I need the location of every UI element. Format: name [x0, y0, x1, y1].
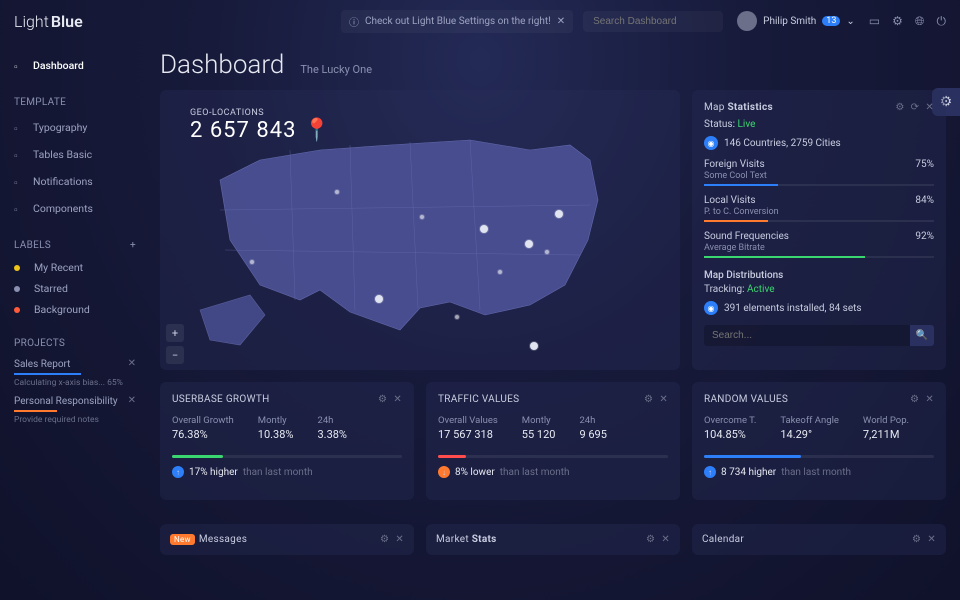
bottom-card: Calendar⚙✕	[692, 524, 946, 555]
stats-search-button[interactable]: 🔍	[910, 325, 934, 346]
stats-summary: 146 Countries, 2759 Cities	[724, 138, 841, 149]
gear-icon[interactable]: ⚙	[892, 14, 903, 29]
sidebar-item-typography[interactable]: ▫Typography	[14, 114, 136, 141]
bottom-card: Market Stats⚙✕	[426, 524, 680, 555]
stats-search-input[interactable]	[704, 325, 910, 346]
gear-icon[interactable]: ⚙	[912, 534, 921, 545]
label-background[interactable]: Background	[14, 299, 136, 320]
notif-badge: 13	[822, 16, 840, 26]
project-item[interactable]: Personal Responsibility✕Provide required…	[14, 392, 136, 429]
dist-title: Map Distributions	[704, 270, 934, 281]
info-icon: ⓘ	[349, 14, 359, 29]
refresh-icon[interactable]: ⟳	[911, 102, 920, 113]
close-icon[interactable]: ✕	[927, 534, 936, 545]
sidebar-item-notifications[interactable]: ▫Notifications	[14, 168, 136, 195]
add-label-icon[interactable]: +	[130, 240, 136, 251]
delta-icon: ↑	[704, 466, 716, 478]
elements-text: 391 elements installed, 84 sets	[724, 303, 862, 314]
banner-text: Check out Light Blue Settings on the rig…	[365, 16, 551, 27]
sidebar-item-dashboard[interactable]: ▫Dashboard	[14, 52, 136, 79]
pin-icon: 📍	[303, 118, 331, 143]
dist-value: Active	[747, 284, 775, 295]
metric-card: USERBASE GROWTH⚙✕Overall Growth76.38%Mon…	[160, 382, 414, 500]
close-icon[interactable]: ✕	[393, 394, 402, 405]
chat-icon[interactable]: ▭	[869, 14, 880, 29]
metric-card: TRAFFIC VALUES⚙✕Overall Values17 567 318…	[426, 382, 680, 500]
page-title: Dashboard	[160, 50, 284, 80]
status-value: Live	[738, 119, 756, 130]
close-icon[interactable]: ✕	[925, 394, 934, 405]
stat-row: Local Visits84%P. to C. Conversion	[704, 195, 934, 222]
dot-icon	[14, 307, 20, 313]
status-label: Status:	[704, 119, 735, 130]
geo-count: 2 657 843	[190, 118, 296, 143]
gear-icon[interactable]: ⚙	[910, 394, 919, 405]
close-icon[interactable]: ✕	[925, 102, 934, 113]
table-icon: ▫	[14, 149, 25, 160]
page-subtitle: The Lucky One	[300, 63, 372, 76]
zoom-in-button[interactable]: +	[166, 324, 184, 342]
bottom-card: NewMessages⚙✕	[160, 524, 414, 555]
map-statistics-card: Map Statistics ⚙ ⟳ ✕ Status: Live ◉ 146 …	[692, 90, 946, 370]
brand-b: Blue	[51, 12, 83, 31]
power-icon[interactable]: ⏻	[937, 14, 947, 29]
close-icon[interactable]: ✕	[659, 394, 668, 405]
gear-icon[interactable]: ⚙	[644, 394, 653, 405]
stat-row: Sound Frequencies92%Average Bitrate	[704, 231, 934, 258]
geo-label: GEO-LOCATIONS	[190, 108, 331, 118]
dot-icon	[14, 286, 20, 292]
delta-icon: ↓	[438, 466, 450, 478]
project-item[interactable]: Sales Report✕Calculating x-axis bias... …	[14, 355, 136, 392]
settings-banner: ⓘ Check out Light Blue Settings on the r…	[341, 10, 573, 33]
gear-icon[interactable]: ⚙	[895, 102, 904, 113]
home-icon: ▫	[14, 60, 25, 71]
map-card: GEO-LOCATIONS 2 657 843 📍 + −	[160, 90, 680, 370]
close-icon[interactable]: ✕	[661, 534, 670, 545]
typo-icon: ▫	[14, 122, 25, 133]
close-icon[interactable]: ✕	[128, 395, 136, 406]
gear-icon[interactable]: ⚙	[378, 394, 387, 405]
chevron-down-icon: ⌄	[846, 16, 854, 27]
bell-icon: ▫	[14, 176, 25, 187]
new-tag: New	[170, 534, 195, 545]
label-my-recent[interactable]: My Recent	[14, 257, 136, 278]
comp-icon: ▫	[14, 203, 25, 214]
dot-icon	[14, 265, 20, 271]
metric-card: RANDOM VALUES⚙✕Overcome T.104.85%Takeoff…	[692, 382, 946, 500]
user-menu[interactable]: Philip Smith 13 ⌄	[737, 11, 855, 31]
brand[interactable]: Light Blue	[14, 12, 83, 31]
user-name: Philip Smith	[763, 16, 816, 27]
sidebar-item-components[interactable]: ▫Components	[14, 195, 136, 222]
globe-chip-icon: ◉	[704, 136, 718, 150]
labels-header: LABELS +	[14, 240, 136, 251]
search-input[interactable]	[583, 11, 723, 32]
gear-icon[interactable]: ⚙	[646, 534, 655, 545]
close-icon[interactable]: ✕	[395, 534, 404, 545]
close-icon[interactable]: ✕	[128, 358, 136, 369]
stat-row: Foreign Visits75%Some Cool Text	[704, 159, 934, 186]
avatar	[737, 11, 757, 31]
globe-icon[interactable]: 🌐︎	[915, 14, 925, 29]
zoom-out-button[interactable]: −	[166, 346, 184, 364]
delta-icon: ↑	[172, 466, 184, 478]
brand-a: Light	[14, 12, 49, 31]
sidebar-item-tables-basic[interactable]: ▫Tables Basic	[14, 141, 136, 168]
label-starred[interactable]: Starred	[14, 278, 136, 299]
template-header: TEMPLATE	[14, 97, 136, 108]
close-banner-icon[interactable]: ✕	[557, 16, 565, 27]
elements-chip-icon: ◉	[704, 301, 718, 315]
gear-icon[interactable]: ⚙	[380, 534, 389, 545]
projects-header: PROJECTS	[14, 338, 136, 349]
